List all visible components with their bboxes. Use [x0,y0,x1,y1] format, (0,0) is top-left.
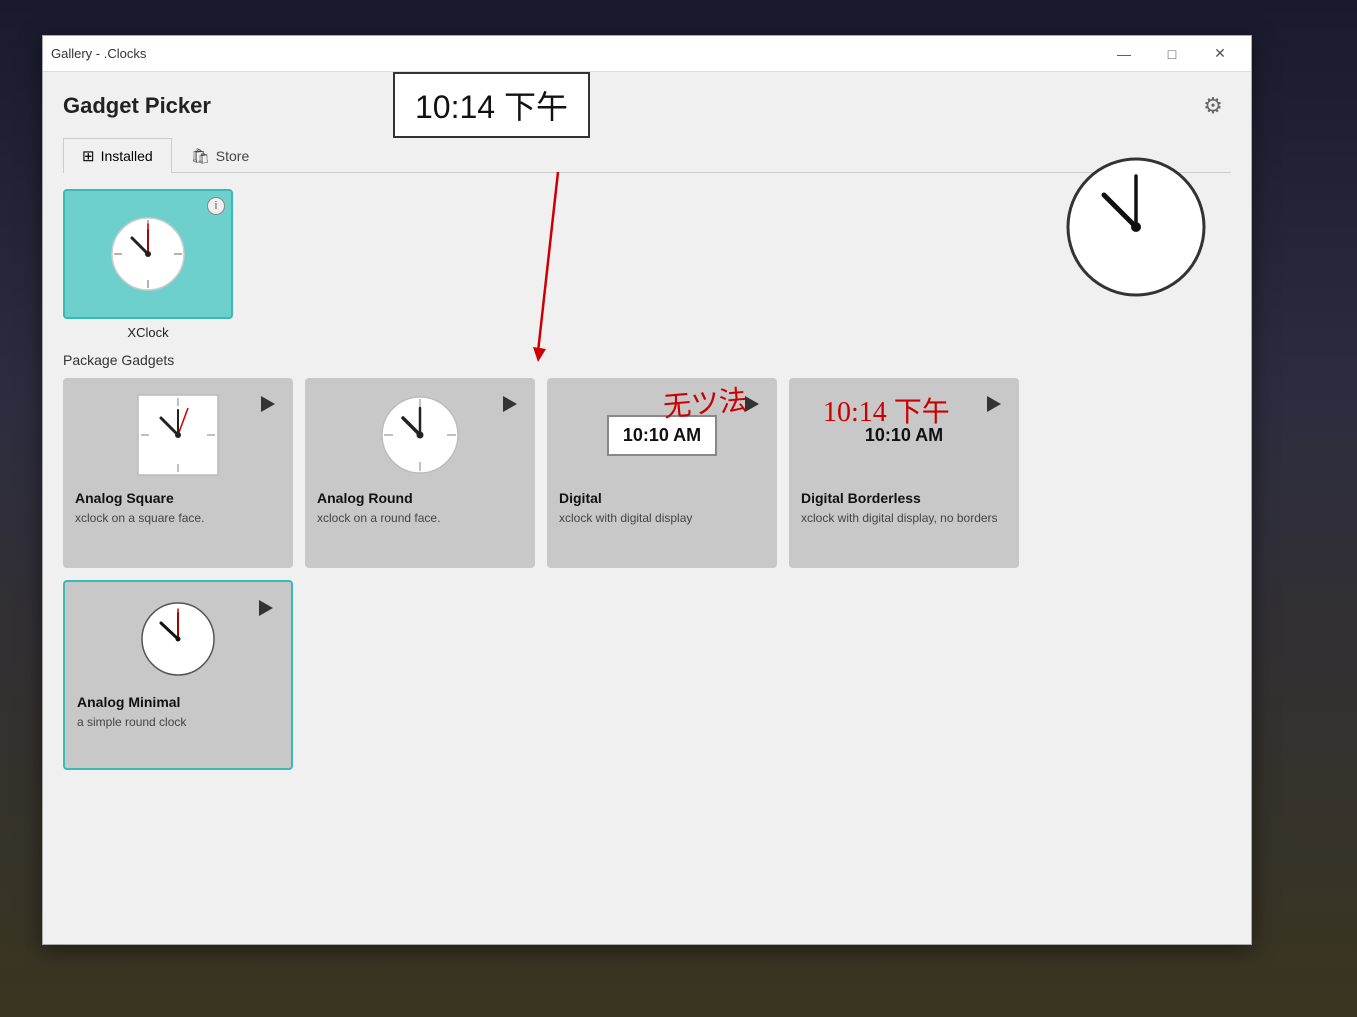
tabs-container: ⊞ Installed 🛍 Store [63,138,1231,173]
xclock-preview-svg [108,214,188,294]
tab-installed-label: Installed [101,148,153,164]
analog-square-name: Analog Square [75,490,281,506]
minimize-button[interactable]: — [1101,39,1147,69]
digital-borderless-name: Digital Borderless [801,490,1007,506]
gadget-card-analog-square[interactable]: Analog Square xclock on a square face. [63,378,293,568]
play-icon[interactable] [987,396,1001,412]
annotation-handwritten: 无ツ法 [661,378,748,425]
selected-area: i [63,189,1231,340]
play-icon[interactable] [259,600,273,616]
digital-borderless-desc: xclock with digital display, no borders [801,510,1007,527]
digital-desc: xclock with digital display [559,510,765,527]
store-icon: 🛍 [191,147,210,165]
tab-store[interactable]: 🛍 Store [172,138,269,173]
tab-store-label: Store [216,148,249,164]
analog-minimal-preview [77,594,279,684]
gadgets-row2: Analog Minimal a simple round clock [63,580,1231,770]
analog-square-preview [75,390,281,480]
gadget-card-analog-round[interactable]: Analog Round xclock on a round face. [305,378,535,568]
analog-round-name: Analog Round [317,490,523,506]
analog-minimal-desc: a simple round clock [77,714,279,731]
main-window: Gallery - .Clocks — □ ✕ Gadget Picker ⚙ … [42,35,1252,945]
gear-icon: ⚙ [1203,93,1223,118]
settings-button[interactable]: ⚙ [1195,88,1231,124]
analog-minimal-name: Analog Minimal [77,694,279,710]
section-label: Package Gadgets [63,352,1231,368]
installed-icon: ⊞ [82,147,95,165]
large-clock-preview-area [1061,152,1211,307]
play-icon[interactable] [261,396,275,412]
window-title: Gallery - .Clocks [51,46,146,61]
annotation-time-text: 10:14 下午 [823,390,950,430]
large-clock-svg [1061,152,1211,302]
digital-name: Digital [559,490,765,506]
title-bar-controls: — □ ✕ [1101,39,1243,69]
xclock-label: XClock [127,325,168,340]
content-area: Gadget Picker ⚙ ⊞ Installed 🛍 Store i [43,72,1251,944]
tab-installed[interactable]: ⊞ Installed [63,138,172,173]
play-icon[interactable] [503,396,517,412]
analog-round-desc: xclock on a round face. [317,510,523,527]
gadgets-grid: Analog Square xclock on a square face. [63,378,1231,568]
xclock-selected-card[interactable]: i [63,189,233,319]
maximize-button[interactable]: □ [1149,39,1195,69]
close-button[interactable]: ✕ [1197,39,1243,69]
title-bar: Gallery - .Clocks — □ ✕ [43,36,1251,72]
page-title: Gadget Picker [63,93,211,119]
header-row: Gadget Picker ⚙ [63,88,1231,124]
info-badge[interactable]: i [207,197,225,215]
gadget-card-analog-minimal[interactable]: Analog Minimal a simple round clock [63,580,293,770]
analog-round-preview [317,390,523,480]
analog-square-desc: xclock on a square face. [75,510,281,527]
annotation-time-box: 10:14 下午 [393,72,590,138]
